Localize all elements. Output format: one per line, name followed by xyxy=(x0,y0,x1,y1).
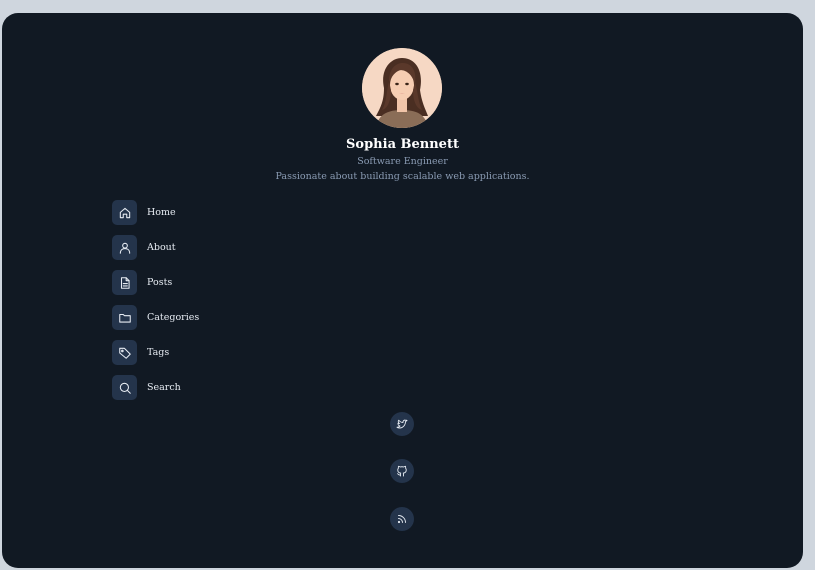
nav-label-tags: Tags xyxy=(147,347,170,358)
nav-item-tags[interactable]: Tags xyxy=(112,340,169,365)
tag-icon xyxy=(112,340,137,365)
nav-item-search[interactable]: Search xyxy=(112,375,181,400)
profile-bio: Passionate about building scalable web a… xyxy=(275,171,530,182)
folder-icon xyxy=(112,305,137,330)
nav-label-posts: Posts xyxy=(147,277,173,288)
nav-item-about[interactable]: About xyxy=(112,235,176,260)
nav-item-categories[interactable]: Categories xyxy=(112,305,199,330)
search-icon xyxy=(112,375,137,400)
home-icon xyxy=(112,200,137,225)
nav-label-search: Search xyxy=(147,382,181,393)
user-icon xyxy=(112,235,137,260)
document-icon xyxy=(112,270,137,295)
social-link-github[interactable] xyxy=(390,459,414,483)
nav-label-home: Home xyxy=(147,207,176,218)
profile-role: Software Engineer xyxy=(357,156,448,167)
profile-panel: Sophia Bennett Software Engineer Passion… xyxy=(2,13,803,568)
nav-item-home[interactable]: Home xyxy=(112,200,176,225)
github-icon xyxy=(396,465,408,477)
twitter-icon xyxy=(396,418,408,430)
social-link-twitter[interactable] xyxy=(390,412,414,436)
nav-label-about: About xyxy=(147,242,176,253)
nav-item-posts[interactable]: Posts xyxy=(112,270,172,295)
avatar xyxy=(362,48,442,128)
social-link-rss[interactable] xyxy=(390,507,414,531)
rss-icon xyxy=(396,513,408,525)
avatar-illustration xyxy=(362,48,442,128)
profile-name: Sophia Bennett xyxy=(346,137,459,152)
nav-label-categories: Categories xyxy=(147,312,200,323)
